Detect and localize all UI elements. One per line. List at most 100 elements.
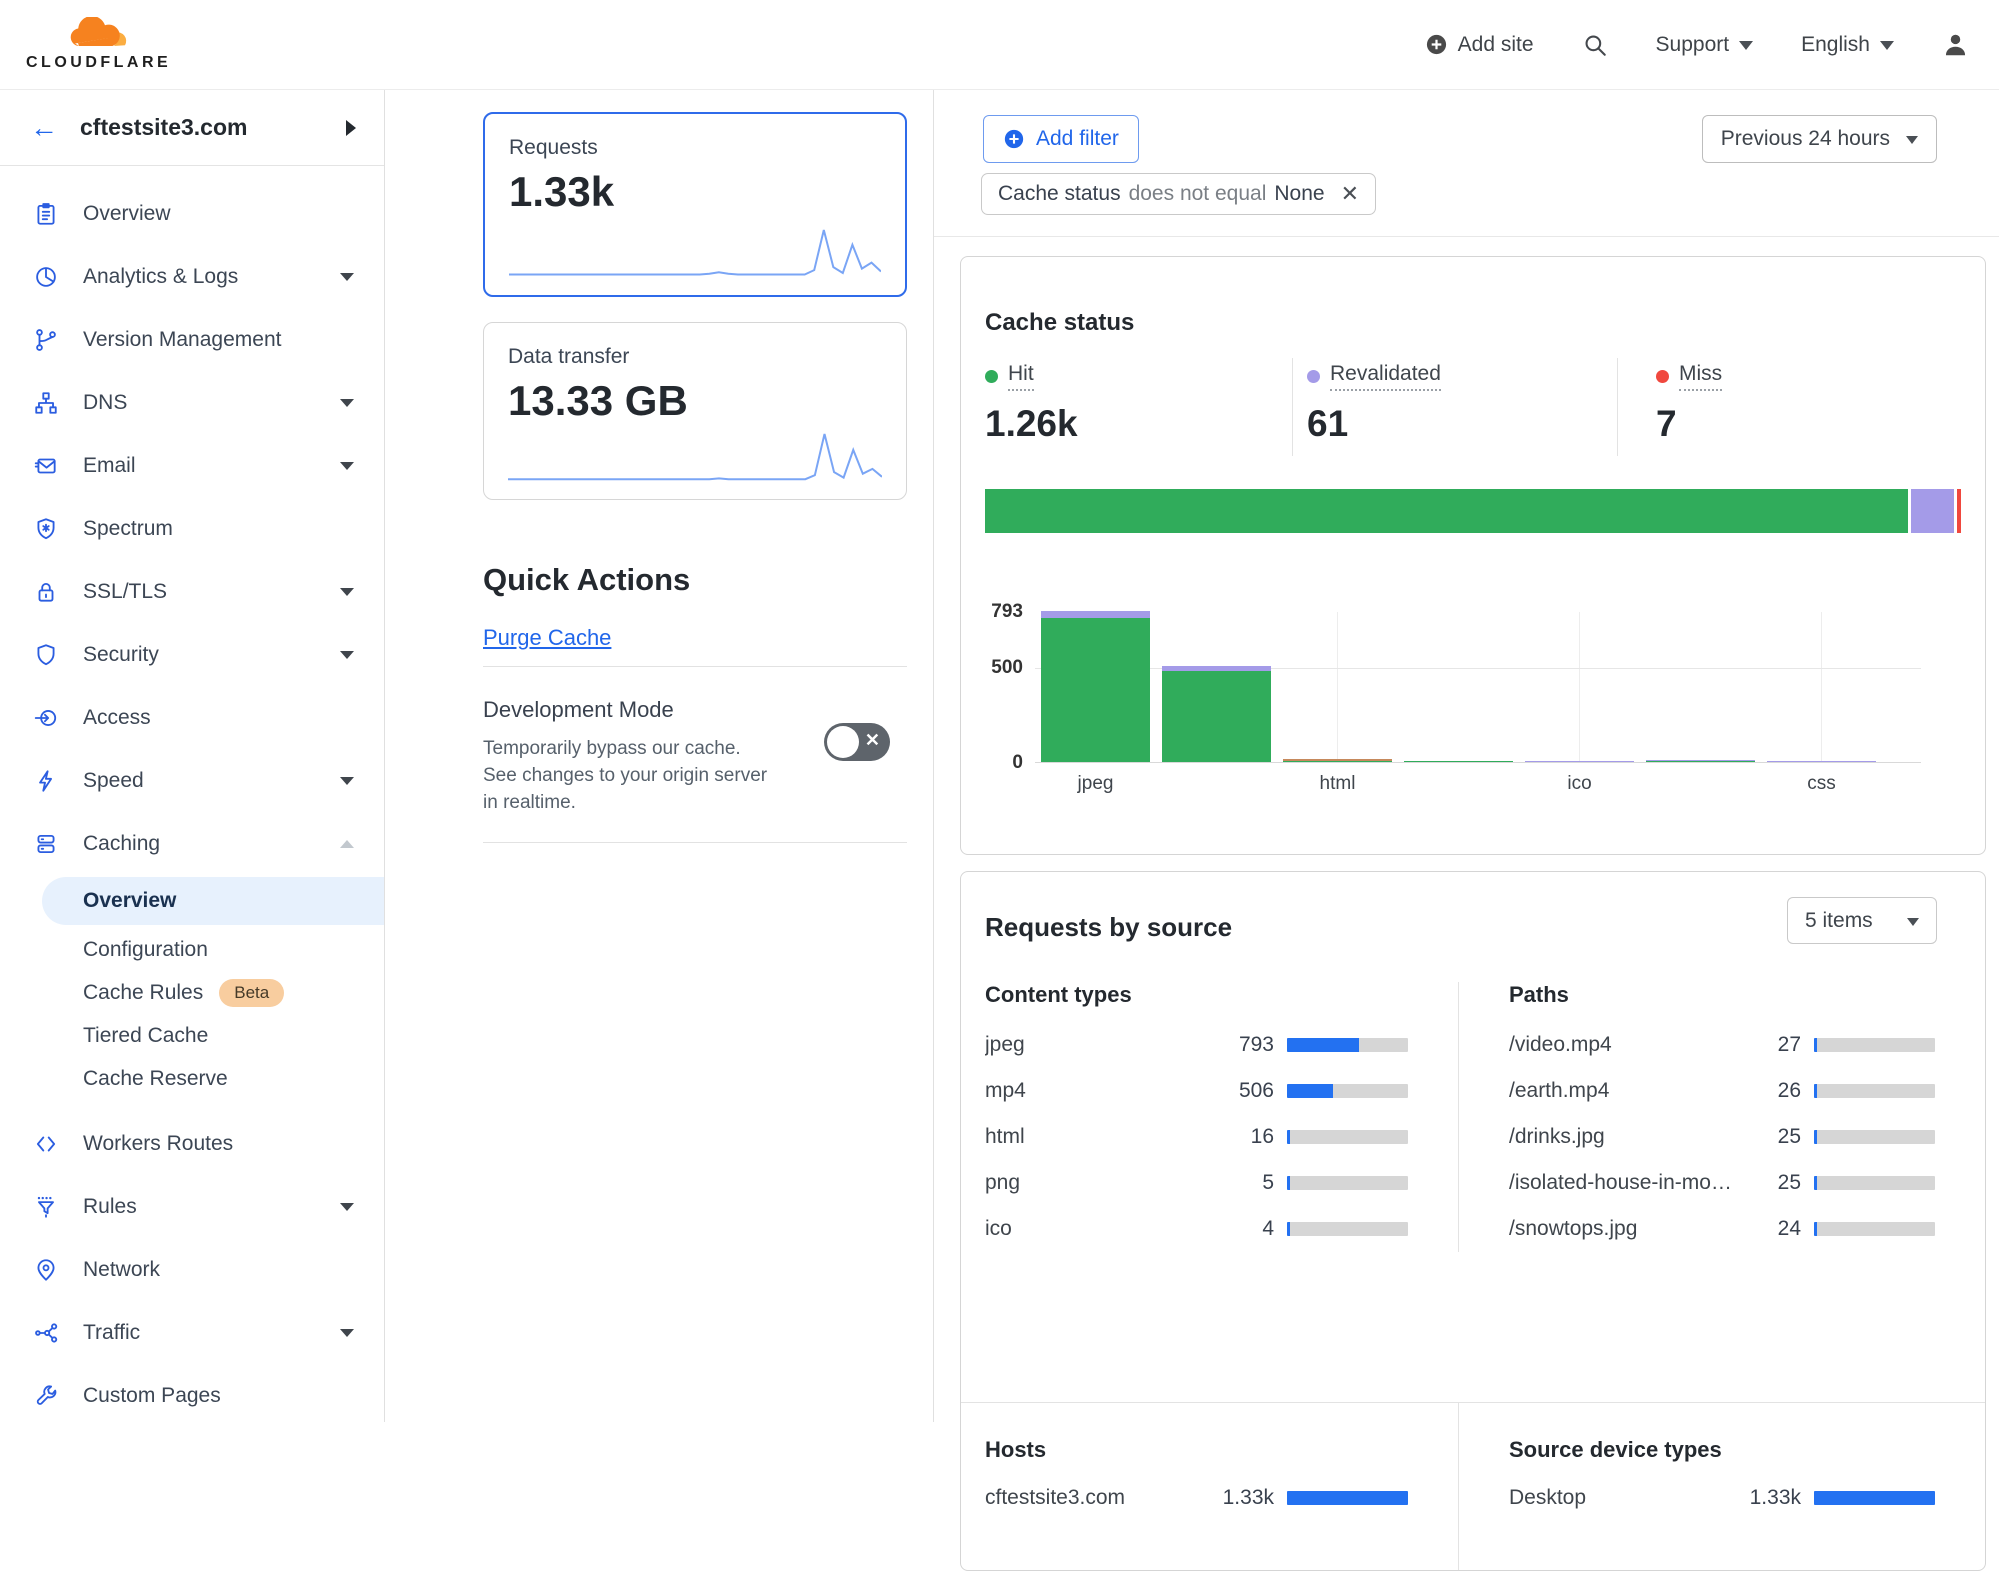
sidebar-item-label: Speed: [83, 769, 144, 793]
row-label: ico: [985, 1217, 1210, 1241]
add-site-label: Add site: [1458, 33, 1534, 57]
purge-cache-link[interactable]: Purge Cache: [483, 625, 611, 651]
requests-metric-card[interactable]: Requests 1.33k: [483, 112, 907, 297]
row-value: 506: [1210, 1079, 1274, 1103]
sidebar-item-label: Workers Routes: [83, 1132, 233, 1156]
sidebar-nav: Overview Analytics & LogsVersion Manageme…: [0, 166, 384, 1427]
row-bar-track: [1814, 1176, 1935, 1190]
bar-segment-hit: [1162, 671, 1271, 762]
location-pin-icon: [33, 1257, 59, 1283]
sidebar-item-label: Security: [83, 643, 159, 667]
sidebar-item-version-management[interactable]: Version Management: [0, 308, 384, 371]
vertical-divider: [1617, 358, 1618, 456]
table-row: /isolated-house-in-mo…25: [1509, 1160, 1935, 1206]
status-dot-icon: [1656, 370, 1669, 383]
sidebar-item-traffic[interactable]: Traffic: [0, 1301, 384, 1364]
beta-badge: Beta: [219, 979, 284, 1007]
x-axis-tick-label: ico: [1525, 773, 1635, 795]
chevron-right-icon[interactable]: [346, 120, 356, 136]
development-mode-toggle[interactable]: ✕: [824, 723, 890, 761]
table-rows: cftestsite3.com1.33k: [985, 1475, 1408, 1521]
stacked-segment-miss: [1957, 489, 1961, 533]
network-tree-icon: [33, 390, 59, 416]
divider: [483, 842, 907, 843]
stat-label: Miss: [1679, 362, 1722, 391]
sidebar-subitem-overview[interactable]: Overview: [42, 877, 384, 925]
close-icon[interactable]: ✕: [1341, 183, 1359, 205]
sidebar-subitem-cache-rules[interactable]: Cache RulesBeta: [0, 971, 384, 1014]
sidebar-subitem-tiered-cache[interactable]: Tiered Cache: [0, 1014, 384, 1057]
chevron-down-icon: [1907, 918, 1919, 926]
sidebar-item-spectrum[interactable]: Spectrum: [0, 497, 384, 560]
chevron-down-icon: [1880, 41, 1894, 50]
time-range-dropdown[interactable]: Previous 24 hours: [1702, 115, 1937, 163]
table-row: cftestsite3.com1.33k: [985, 1475, 1408, 1521]
support-label: Support: [1656, 33, 1730, 57]
sidebar-item-label: Traffic: [83, 1321, 140, 1345]
row-value: 1.33k: [1210, 1486, 1274, 1510]
language-menu[interactable]: English: [1801, 33, 1894, 57]
row-label: mp4: [985, 1079, 1210, 1103]
sidebar-item-speed[interactable]: Speed: [0, 749, 384, 812]
sidebar-subitem-label: Overview: [83, 889, 176, 913]
cloudflare-logo[interactable]: CLOUDFLARE: [26, 17, 171, 72]
sidebar-item-security[interactable]: Security: [0, 623, 384, 686]
sidebar-item-dns[interactable]: DNS: [0, 371, 384, 434]
data-transfer-value: 13.33 GB: [508, 377, 882, 425]
sidebar: ← cftestsite3.com Overview Analytics & Lo…: [0, 90, 385, 1422]
sidebar-item-analytics-logs[interactable]: Analytics & Logs: [0, 245, 384, 308]
sidebar-item-overview[interactable]: Overview: [0, 182, 384, 245]
sidebar-subitem-cache-reserve[interactable]: Cache Reserve: [0, 1057, 384, 1100]
stat-label: Revalidated: [1330, 362, 1441, 391]
back-arrow-icon[interactable]: ←: [30, 114, 58, 142]
sidebar-item-label: Network: [83, 1258, 160, 1282]
row-bar-track: [1287, 1038, 1408, 1052]
cloudflare-cloud-icon: [67, 17, 131, 53]
shield-icon: [33, 642, 59, 668]
caching-subnav: Overview ConfigurationCache RulesBetaTier…: [0, 877, 384, 1112]
sidebar-item-label: Rules: [83, 1195, 137, 1219]
row-label: /video.mp4: [1509, 1033, 1737, 1057]
cache-status-stat-hit: Hit1.26k: [985, 362, 1078, 445]
sidebar-item-ssl-tls[interactable]: SSL/TLS: [0, 560, 384, 623]
data-transfer-sparkline-chart: [508, 427, 882, 485]
data-transfer-metric-card[interactable]: Data transfer 13.33 GB: [483, 322, 907, 500]
gridline: [1337, 612, 1338, 762]
sidebar-item-custom-pages[interactable]: Custom Pages: [0, 1364, 384, 1427]
sidebar-item-workers-routes[interactable]: Workers Routes: [0, 1112, 384, 1175]
items-count-dropdown[interactable]: 5 items: [1787, 897, 1937, 944]
sidebar-item-access[interactable]: Access: [0, 686, 384, 749]
add-site-button[interactable]: Add site: [1425, 33, 1534, 57]
filter-bar: Add filter Cache status does not equal N…: [934, 90, 1999, 237]
table-row: ico4: [985, 1206, 1408, 1252]
sidebar-item-caching[interactable]: Caching: [0, 812, 384, 875]
status-dot-icon: [985, 370, 998, 383]
user-avatar-icon[interactable]: [1942, 31, 1969, 58]
row-value: 793: [1210, 1033, 1274, 1057]
sidebar-subitem-configuration[interactable]: Configuration: [0, 928, 384, 971]
site-selector: ← cftestsite3.com: [0, 90, 384, 166]
sidebar-item-network[interactable]: Network: [0, 1238, 384, 1301]
stat-label: Hit: [1008, 362, 1034, 391]
row-bar-fill: [1814, 1491, 1935, 1505]
sidebar-item-rules[interactable]: Rules: [0, 1175, 384, 1238]
sidebar-item-label: Overview: [83, 202, 171, 226]
share-nodes-icon: [33, 1320, 59, 1346]
sidebar-item-email[interactable]: Email: [0, 434, 384, 497]
status-dot-icon: [1307, 370, 1320, 383]
requests-by-source-card: Requests by source 5 items Content types…: [960, 871, 1986, 1571]
row-bar-track: [1287, 1084, 1408, 1098]
table-title: Paths: [1509, 982, 1935, 1008]
chart-plot-area: [1035, 612, 1921, 763]
items-count-label: 5 items: [1805, 909, 1873, 933]
support-menu[interactable]: Support: [1656, 33, 1754, 57]
hosts-table: Hostscftestsite3.com1.33k: [961, 1403, 1458, 1570]
search-icon[interactable]: [1582, 32, 1608, 58]
hosts-devices-grid: Hostscftestsite3.com1.33k Source device …: [961, 1402, 1985, 1570]
row-label: /snowtops.jpg: [1509, 1217, 1737, 1241]
add-filter-button[interactable]: Add filter: [983, 115, 1139, 163]
row-label: html: [985, 1125, 1210, 1149]
row-value: 26: [1737, 1079, 1801, 1103]
plus-circle-icon: [1425, 33, 1448, 56]
cache-status-stats: Hit1.26kRevalidated61Miss7: [961, 362, 1985, 462]
